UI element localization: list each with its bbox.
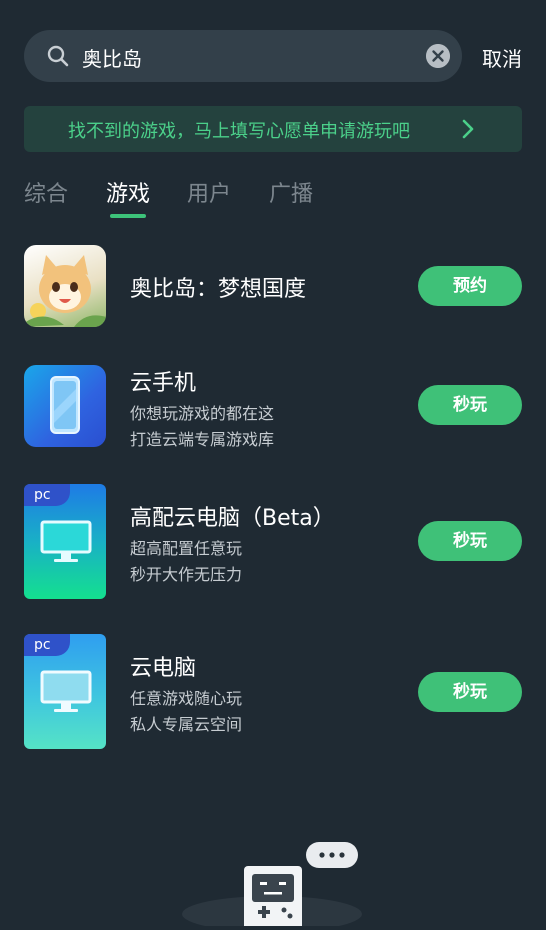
active-tab-indicator [110,214,146,218]
banner-text: 找不到的游戏，马上填写心愿单申请游玩吧 [68,121,410,142]
item-title: 云手机 [130,371,197,396]
search-row: 奥比岛 取消 [24,30,524,82]
tab-broadcast[interactable]: 广播 [269,176,313,208]
play-now-button[interactable]: 秒玩 [418,672,522,712]
mascot-illustration [180,838,370,930]
item-description-line: 私人专属云空间 [130,715,243,734]
tab-games[interactable]: 游戏 [106,176,150,208]
item-description-line: 你想玩游戏的都在这 [130,404,275,423]
monitor-icon: pc [24,484,106,599]
clear-icon[interactable] [426,44,450,68]
list-item[interactable]: pc 云电脑 任意游戏随心玩 私人专属云空间 秒玩 [24,634,524,749]
search-icon [47,45,69,67]
wishlist-banner[interactable]: 找不到的游戏，马上填写心愿单申请游玩吧 [24,106,522,152]
chevron-right-icon [462,119,474,139]
list-item[interactable]: pc 高配云电脑（Beta） 超高配置任意玩 秒开大作无压力 秒玩 [24,484,524,599]
monitor-icon: pc [24,634,106,749]
item-title: 奥比岛：梦想国度 [130,277,307,302]
item-description-line: 打造云端专属游戏库 [130,430,275,449]
play-now-button[interactable]: 秒玩 [418,385,522,425]
cancel-button[interactable]: 取消 [482,43,522,72]
play-now-button[interactable]: 秒玩 [418,521,522,561]
obi-island-game-icon [24,245,106,327]
item-title: 高配云电脑（Beta） [130,506,335,531]
reserve-button[interactable]: 预约 [418,266,522,306]
tab-all[interactable]: 综合 [24,176,68,208]
phone-icon [24,365,106,447]
list-item[interactable]: 云手机 你想玩游戏的都在这 打造云端专属游戏库 秒玩 [24,365,524,449]
tab-bar: 综合 游戏 用户 广播 [24,176,524,226]
list-item[interactable]: 奥比岛：梦想国度 预约 [24,245,524,327]
pc-badge: pc [24,634,70,656]
tab-users[interactable]: 用户 [187,176,231,208]
item-description-line: 秒开大作无压力 [130,565,243,584]
item-description-line: 任意游戏随心玩 [130,689,243,708]
item-title: 云电脑 [130,656,197,681]
search-input[interactable]: 奥比岛 [82,43,142,72]
pc-badge: pc [24,484,70,506]
search-box[interactable]: 奥比岛 [24,30,462,82]
item-description-line: 超高配置任意玩 [130,539,243,558]
chat-bubble-icon [306,842,358,868]
